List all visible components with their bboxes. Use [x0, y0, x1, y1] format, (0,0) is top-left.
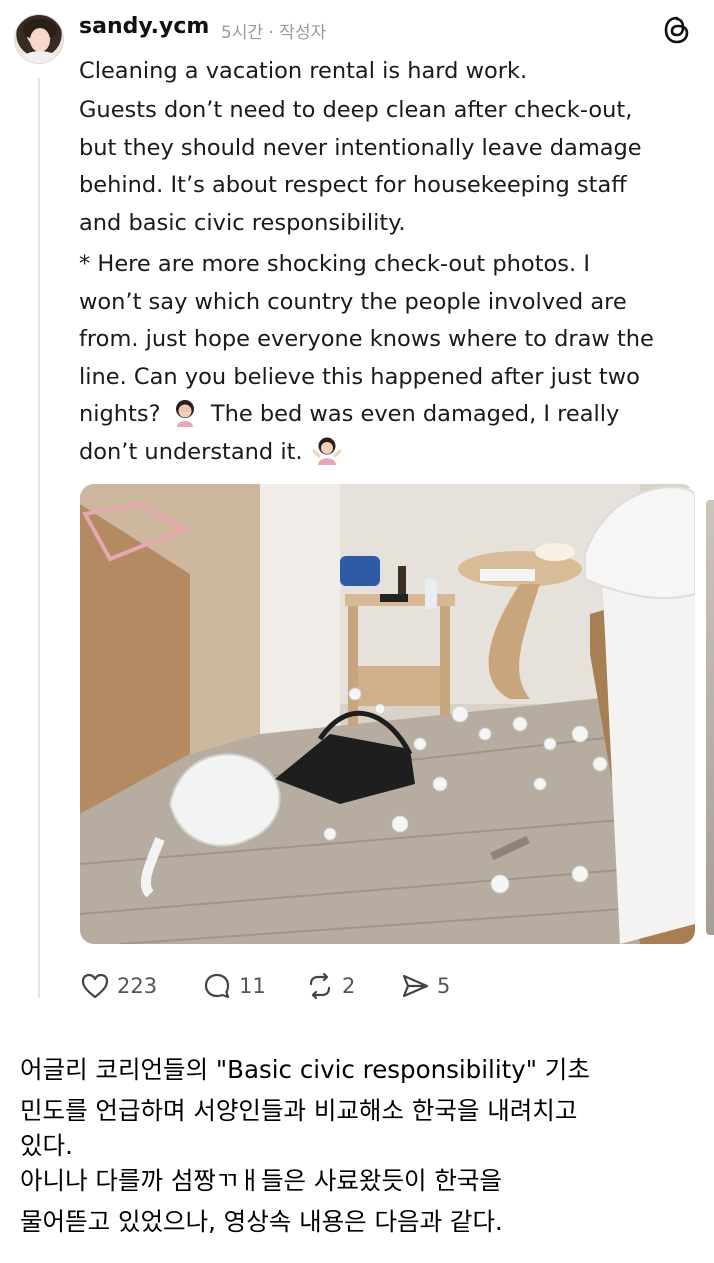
comment-icon: [204, 973, 230, 999]
repost-icon: [309, 972, 331, 1000]
action-bar: 223 11 2 5: [80, 966, 480, 1006]
comment-count: 11: [239, 974, 266, 998]
post-meta: 5시간 · 작성자: [221, 23, 327, 43]
post-line: line. Can you believe this happened afte…: [79, 363, 640, 390]
post-text-fragment: don’t understand it.: [79, 438, 303, 465]
heart-icon: [81, 973, 109, 999]
post-paragraph-3: * Here are more shocking check-out photo…: [79, 246, 654, 471]
post-photo[interactable]: [80, 484, 695, 944]
post-line: * Here are more shocking check-out photo…: [79, 251, 590, 277]
caption-line: 어글리 코리언들의 "Basic civic responsibility" 기…: [20, 1055, 590, 1084]
next-photo-preview[interactable]: [706, 500, 714, 935]
post-line: don’t understand it.: [79, 434, 654, 472]
thread-line: [38, 78, 40, 998]
post-line: nights? The bed was even damaged, I real…: [79, 396, 654, 434]
caption-line: 물어뜯고 있었으나, 영상속 내용은 다음과 같다.: [20, 1207, 503, 1236]
username[interactable]: sandy.ycm: [79, 14, 209, 39]
like-button[interactable]: 223: [80, 966, 157, 1006]
post-line: won’t say which country the people invol…: [79, 288, 627, 315]
share-count: 5: [437, 974, 451, 998]
comment-button[interactable]: 11: [202, 966, 266, 1006]
post-text-fragment: nights?: [79, 401, 161, 427]
post-line: but they should never intentionally leav…: [79, 134, 642, 161]
post-text-fragment: The bed was even damaged, I really: [210, 401, 620, 427]
post-line: and basic civic responsibility.: [79, 209, 406, 236]
like-count: 223: [117, 974, 158, 998]
threads-logo-icon[interactable]: [662, 15, 692, 45]
woman-facepalming-icon: [175, 400, 194, 427]
send-icon: [402, 974, 429, 998]
post-paragraph-1: Cleaning a vacation rental is hard work.: [79, 58, 528, 84]
caption-line: 민도를 언급하며 서양인들과 비교해소 한국을 내려치고: [20, 1096, 578, 1125]
post-line: from. just hope everyone knows where to …: [79, 326, 654, 352]
share-button[interactable]: 5: [400, 966, 450, 1006]
repost-count: 2: [342, 974, 356, 998]
caption-line: 있다.: [20, 1131, 73, 1160]
woman-shrugging-icon: [312, 437, 342, 465]
repost-button[interactable]: 2: [305, 966, 355, 1006]
post-line: Guests don’t need to deep clean after ch…: [79, 97, 633, 123]
avatar[interactable]: [14, 14, 64, 64]
post-paragraph-2: Guests don’t need to deep clean after ch…: [79, 92, 642, 242]
caption-line: 아니나 다를까 섬짱ㄲㅐ들은 사료왔듯이 한국을: [20, 1166, 502, 1195]
post-line: behind. It’s about respect for housekeep…: [79, 172, 627, 198]
